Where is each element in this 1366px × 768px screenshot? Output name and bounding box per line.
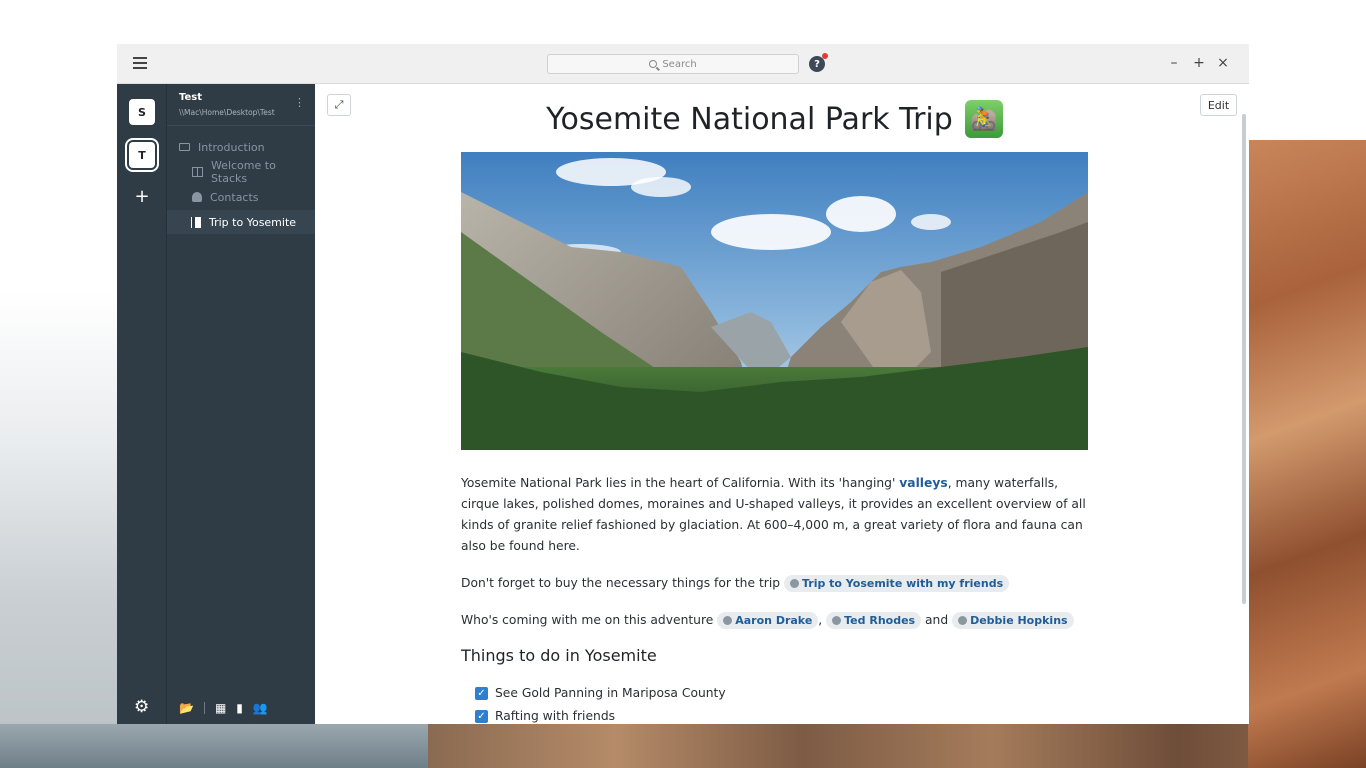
mountain-biker-icon: 🚵 (964, 100, 1003, 138)
page-title-text: Yosemite National Park Trip (546, 101, 953, 137)
section-heading: Things to do in Yosemite (461, 646, 657, 665)
more-vertical-icon[interactable]: ⋮ (294, 97, 305, 108)
checkbox-checked-icon[interactable]: ✓ (475, 709, 488, 723)
paragraph-shopping: Don't forget to buy the necessary things… (461, 573, 1088, 594)
document-link-chip[interactable]: Trip to Yosemite with my friends (783, 575, 1010, 592)
desktop-background-cliff (1248, 140, 1366, 768)
person-icon (958, 616, 968, 625)
new-folder-icon[interactable]: 📂 (179, 701, 194, 715)
contact-chip[interactable]: Aaron Drake (717, 612, 819, 629)
contact-chip[interactable]: Ted Rhodes (826, 612, 922, 629)
search-placeholder: Search (662, 58, 697, 70)
stack-button-s[interactable]: S (129, 99, 155, 125)
divider (203, 702, 205, 714)
check-circle-icon (789, 579, 799, 588)
search-icon (649, 60, 658, 68)
sidebar-item-label: Introduction (198, 140, 265, 154)
yosemite-photo (461, 152, 1088, 450)
sidebar-item-label: Welcome to Stacks (210, 159, 276, 185)
chip-label: Trip to Yosemite with my friends (801, 577, 1004, 590)
edit-button[interactable]: Edit (1200, 94, 1237, 116)
paragraph-people: Who's coming with me on this adventure A… (461, 610, 1088, 631)
search-input[interactable]: Search (547, 54, 799, 74)
notification-dot (822, 53, 828, 59)
contacts-icon (192, 192, 202, 202)
help-icon[interactable]: ? (809, 53, 828, 72)
sidebar-header: Test \\Mac\Home\Desktop\Test ⋮ (167, 84, 315, 126)
stack-rail: S T + ⚙ (117, 84, 167, 724)
close-button[interactable]: × (1214, 54, 1232, 72)
task-label: See Gold Panning in Mariposa County (495, 686, 726, 700)
maximize-button[interactable]: + (1190, 54, 1208, 72)
paragraph-text: Who's coming with me on this adventure (461, 613, 714, 627)
task-label: Rafting with friends (495, 709, 616, 723)
titlebar: Search ? – + × (117, 44, 1249, 84)
person-icon (832, 616, 842, 625)
settings-gear-icon[interactable]: ⚙ (134, 699, 149, 716)
app-window: Search ? – + × S T + ⚙ Test \\Mac\Home\D… (117, 44, 1249, 724)
stack-button-t[interactable]: T (125, 138, 159, 172)
person-icon (723, 616, 733, 625)
separator-and: and (925, 613, 949, 627)
desktop-background-sea (0, 724, 428, 768)
contact-chip[interactable]: Debbie Hopkins (952, 612, 1074, 629)
task-item[interactable]: ✓ See Gold Panning in Mariposa County (475, 686, 726, 700)
document-content: ⤢ Edit Yosemite National Park Trip 🚵 Yos… (315, 84, 1249, 724)
sidebar-item-welcome[interactable]: Welcome to Stacks (167, 159, 315, 185)
chip-label: Debbie Hopkins (970, 614, 1068, 627)
sidebar: Test \\Mac\Home\Desktop\Test ⋮ Introduct… (167, 84, 315, 724)
paragraph-intro: Yosemite National Park lies in the heart… (461, 473, 1088, 557)
new-contact-icon[interactable]: 👥 (253, 701, 268, 715)
chip-label: Ted Rhodes (844, 614, 916, 627)
hamburger-menu-icon[interactable] (133, 57, 147, 69)
paragraph-text: Yosemite National Park lies in the heart… (461, 476, 900, 490)
paragraph-text: Don't forget to buy the necessary things… (461, 576, 781, 590)
task-item[interactable]: ✓ Rafting with friends (475, 709, 615, 723)
board-icon (192, 167, 203, 177)
expand-icon[interactable]: ⤢ (327, 94, 351, 116)
stack-path: \\Mac\Home\Desktop\Test (179, 108, 275, 117)
stack-title: Test (179, 92, 203, 103)
sidebar-item-label: Contacts (210, 190, 259, 204)
desktop-background-rocks (428, 724, 1366, 768)
folder-icon (179, 143, 190, 151)
sidebar-item-trip-to-yosemite[interactable]: Trip to Yosemite (167, 210, 315, 234)
minimize-button[interactable]: – (1165, 54, 1183, 72)
chip-label: Aaron Drake (735, 614, 813, 627)
valleys-link[interactable]: valleys (899, 476, 947, 490)
sidebar-item-label: Trip to Yosemite (209, 215, 297, 229)
separator-comma: , (818, 613, 823, 627)
sidebar-item-introduction[interactable]: Introduction (167, 135, 315, 159)
page-title: Yosemite National Park Trip 🚵 (461, 100, 1088, 138)
scrollbar[interactable] (1242, 114, 1246, 604)
sidebar-footer: 📂 ▦ ▮ 👥 (167, 698, 315, 718)
document-icon (192, 216, 201, 228)
add-stack-button[interactable]: + (133, 188, 151, 206)
checkbox-checked-icon[interactable]: ✓ (475, 686, 488, 700)
new-board-icon[interactable]: ▦ (215, 701, 226, 715)
sidebar-item-contacts[interactable]: Contacts (167, 185, 315, 209)
new-document-icon[interactable]: ▮ (236, 701, 243, 715)
help-label: ? (814, 58, 820, 70)
